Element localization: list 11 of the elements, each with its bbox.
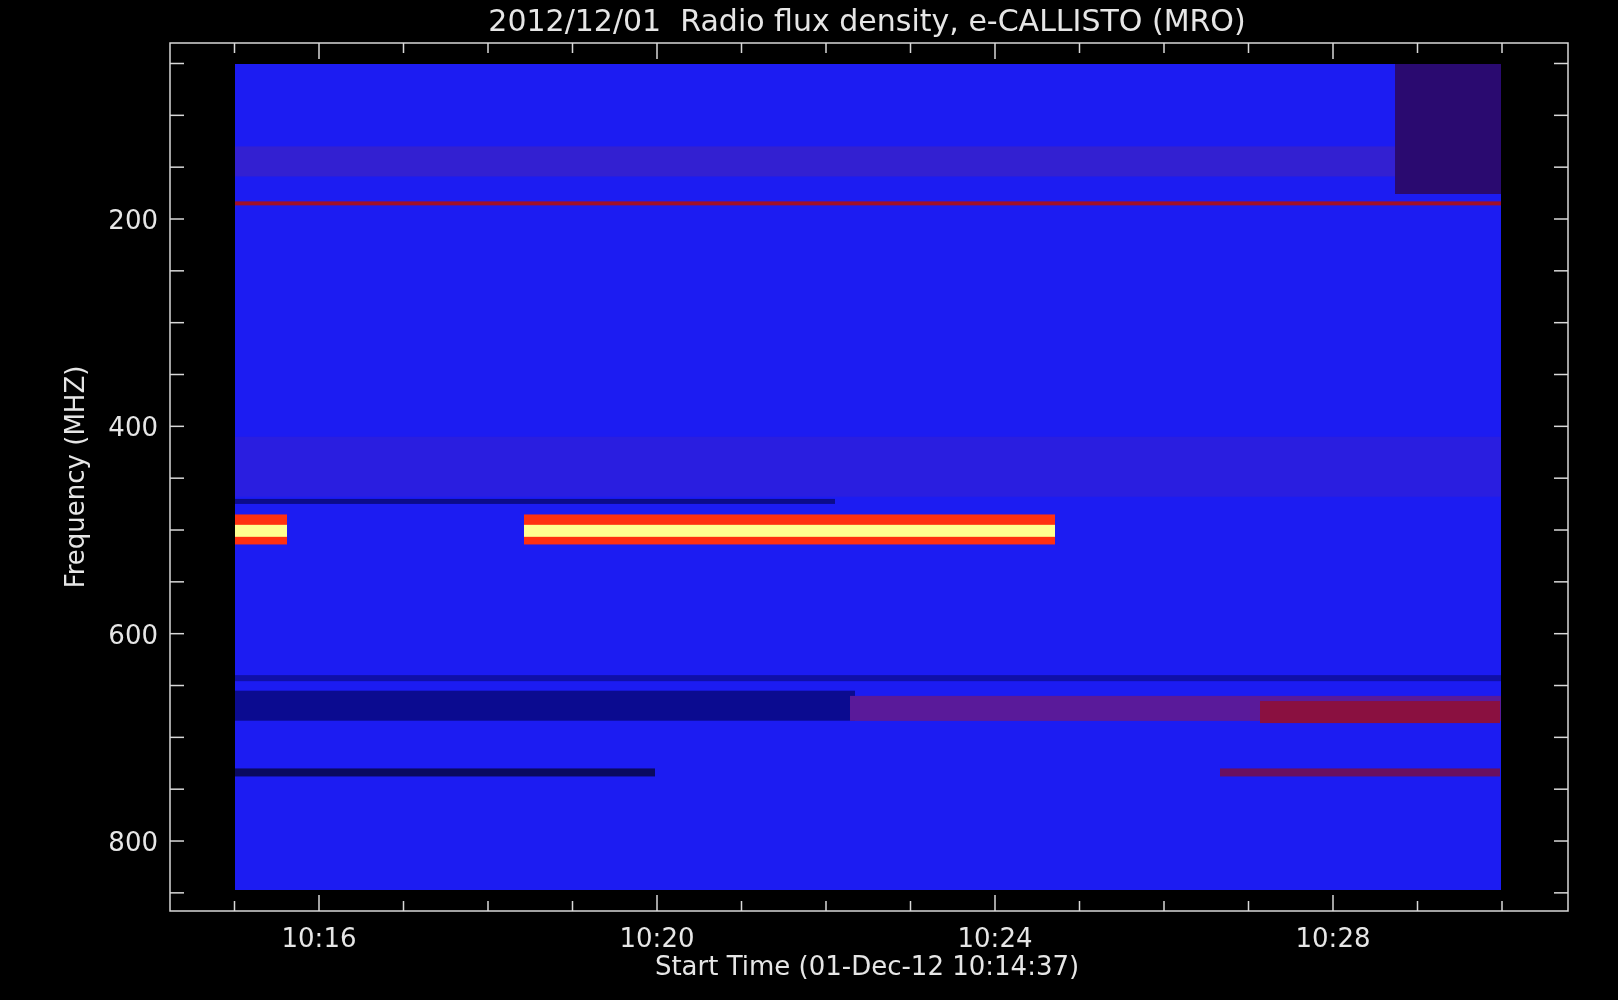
tick-label: 600	[108, 619, 158, 650]
tick-label: 10:24	[957, 923, 1033, 953]
axis-label: Frequency (MHZ)	[60, 365, 90, 589]
chart-title: 2012/12/01 Radio flux density, e-CALLISTO (MRO)	[488, 3, 1246, 38]
tick-label: 10:28	[1295, 923, 1371, 953]
axis-label: Start Time (01-Dec-12 10:14:37)	[654, 951, 1080, 981]
tick-label: 400	[108, 412, 158, 443]
tick-label: 10:16	[281, 923, 357, 953]
tick-label: 200	[108, 205, 158, 235]
tick-label: 10:20	[619, 923, 695, 953]
tick-label: 800	[108, 827, 158, 857]
